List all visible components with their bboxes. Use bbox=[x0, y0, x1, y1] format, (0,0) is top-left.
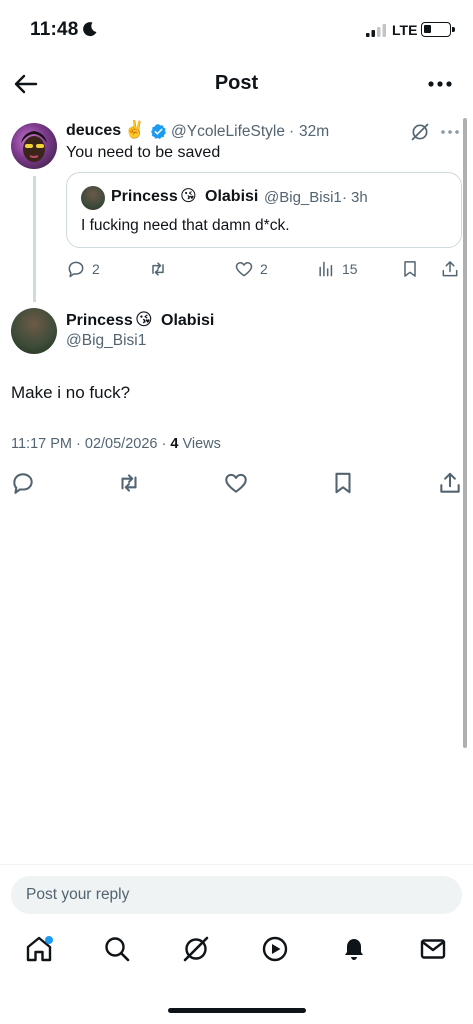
post-time: 3h bbox=[351, 189, 368, 206]
author-handle[interactable]: @YcoleLifeStyle bbox=[171, 123, 285, 141]
header: Post bbox=[0, 62, 473, 106]
reply-count: 2 bbox=[92, 261, 100, 277]
avatar bbox=[81, 186, 105, 210]
author-emoji: 😘 bbox=[180, 188, 197, 205]
status-time: 11:48 bbox=[30, 19, 79, 40]
repost-button[interactable] bbox=[148, 258, 168, 280]
bookmark-button[interactable] bbox=[400, 258, 420, 280]
reply-icon[interactable] bbox=[10, 470, 36, 496]
moon-icon bbox=[83, 22, 97, 37]
post-actions: 2 2 15 bbox=[66, 258, 462, 280]
more-options-icon[interactable] bbox=[427, 72, 453, 96]
network-label: LTE bbox=[392, 22, 418, 38]
signal-icon bbox=[366, 24, 386, 37]
heart-icon[interactable] bbox=[223, 470, 249, 496]
video-play-icon[interactable] bbox=[260, 934, 290, 964]
post-text: Make i no fuck? bbox=[11, 383, 131, 402]
bottom-nav bbox=[0, 934, 473, 974]
repost-icon[interactable] bbox=[116, 470, 142, 496]
like-button[interactable]: 2 bbox=[234, 258, 268, 280]
post-actions bbox=[0, 470, 473, 498]
views-label: Views bbox=[178, 436, 221, 452]
like-count: 2 bbox=[260, 261, 268, 277]
quoted-post[interactable]: Princess 😘 Olabisi @Big_Bisi1 · 3h I fuc… bbox=[66, 172, 462, 248]
quoted-text: I fucking need that damn d*ck. bbox=[81, 217, 290, 234]
post-time: 32m bbox=[299, 123, 330, 140]
meta-separator: · bbox=[289, 123, 295, 140]
share-icon bbox=[442, 261, 458, 277]
meta-separator: · bbox=[342, 189, 347, 206]
page-title: Post bbox=[214, 72, 259, 94]
share-icon[interactable] bbox=[437, 470, 463, 496]
avatar-illustration bbox=[21, 131, 47, 162]
author-name-last[interactable]: Olabisi bbox=[161, 312, 214, 330]
thread-line bbox=[33, 176, 36, 302]
view-count: 15 bbox=[342, 261, 358, 277]
search-icon[interactable] bbox=[102, 934, 132, 964]
views-button[interactable]: 15 bbox=[316, 258, 358, 280]
battery-icon bbox=[421, 22, 455, 37]
bookmark-icon bbox=[404, 261, 416, 277]
author-handle[interactable]: @Big_Bisi1 bbox=[66, 332, 146, 350]
notifications-bell-icon[interactable] bbox=[339, 934, 369, 964]
views-icon bbox=[319, 261, 333, 277]
scrollbar[interactable] bbox=[463, 118, 467, 748]
author-name[interactable]: Princess bbox=[66, 312, 133, 330]
author-name-last: Olabisi bbox=[205, 188, 259, 205]
author-emoji: 😘 bbox=[135, 310, 153, 329]
author-emoji: ✌️ bbox=[124, 120, 146, 139]
reply-placeholder: Post your reply bbox=[26, 886, 130, 903]
author-handle: @Big_Bisi1 bbox=[264, 189, 342, 206]
home-notification-dot bbox=[45, 936, 53, 944]
avatar[interactable] bbox=[11, 308, 57, 354]
author-name: Princess bbox=[111, 188, 178, 205]
grok-icon[interactable] bbox=[410, 122, 430, 142]
post-timestamp: 11:17 PM · 02/05/2026 · bbox=[11, 436, 171, 452]
status-bar: 11:48 LTE bbox=[0, 0, 473, 60]
home-indicator bbox=[168, 1008, 306, 1013]
post-text: You need to be saved bbox=[66, 144, 221, 161]
reply-button[interactable]: 2 bbox=[66, 258, 100, 280]
messages-envelope-icon[interactable] bbox=[418, 934, 448, 964]
heart-icon bbox=[235, 262, 253, 277]
avatar[interactable] bbox=[11, 123, 57, 169]
post-meta: 11:17 PM · 02/05/2026 · 4 Views bbox=[11, 436, 221, 452]
reply-input[interactable]: Post your reply bbox=[11, 876, 462, 914]
more-options-icon[interactable] bbox=[440, 124, 460, 140]
repost-icon bbox=[152, 262, 164, 276]
divider bbox=[0, 864, 473, 865]
grok-icon[interactable] bbox=[181, 934, 211, 964]
verified-badge-icon bbox=[151, 124, 166, 140]
author-name[interactable]: deuces bbox=[66, 122, 121, 140]
share-button[interactable] bbox=[440, 258, 460, 280]
reply-icon bbox=[68, 261, 84, 278]
bookmark-icon[interactable] bbox=[330, 470, 356, 496]
